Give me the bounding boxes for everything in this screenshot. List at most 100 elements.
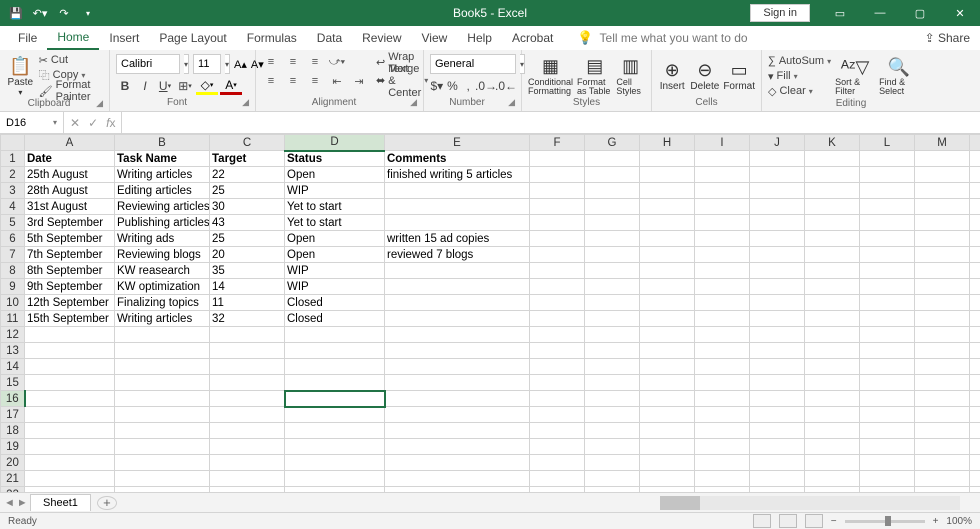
page-break-view-icon[interactable] — [805, 514, 823, 528]
cell-F1[interactable] — [530, 151, 585, 167]
cell-F12[interactable] — [530, 327, 585, 343]
cell-A5[interactable]: 3rd September — [25, 215, 115, 231]
cell-L9[interactable] — [860, 279, 915, 295]
cell-C13[interactable] — [210, 343, 285, 359]
cell-D2[interactable]: Open — [285, 167, 385, 183]
cell-F4[interactable] — [530, 199, 585, 215]
cell-N7[interactable] — [970, 247, 980, 263]
cell-styles-button[interactable]: ▥Cell Styles — [616, 54, 645, 97]
cell-K14[interactable] — [805, 359, 860, 375]
cell-A18[interactable] — [25, 423, 115, 439]
cell-A8[interactable]: 8th September — [25, 263, 115, 279]
bold-button[interactable]: B — [116, 77, 134, 95]
cell-H19[interactable] — [640, 439, 695, 455]
cell-I18[interactable] — [695, 423, 750, 439]
cell-N4[interactable] — [970, 199, 980, 215]
cell-G13[interactable] — [585, 343, 640, 359]
cell-N13[interactable] — [970, 343, 980, 359]
cell-J21[interactable] — [750, 471, 805, 487]
cell-E13[interactable] — [385, 343, 530, 359]
cell-K19[interactable] — [805, 439, 860, 455]
maximize-icon[interactable]: ▢ — [900, 0, 940, 26]
cell-B16[interactable] — [115, 391, 210, 407]
cell-I5[interactable] — [695, 215, 750, 231]
row-header-14[interactable]: 14 — [1, 359, 25, 375]
cell-B5[interactable]: Publishing articles — [115, 215, 210, 231]
font-size-input[interactable] — [193, 54, 221, 74]
cell-K13[interactable] — [805, 343, 860, 359]
cell-L20[interactable] — [860, 455, 915, 471]
cell-G17[interactable] — [585, 407, 640, 423]
merge-center-button[interactable]: ⬌Merge & Center▾ — [376, 73, 428, 88]
number-format-select[interactable] — [430, 54, 516, 74]
cell-M5[interactable] — [915, 215, 970, 231]
cell-K20[interactable] — [805, 455, 860, 471]
cell-M7[interactable] — [915, 247, 970, 263]
cell-I1[interactable] — [695, 151, 750, 167]
undo-icon[interactable]: ↶▾ — [32, 5, 48, 21]
row-header-13[interactable]: 13 — [1, 343, 25, 359]
cell-F18[interactable] — [530, 423, 585, 439]
col-header-M[interactable]: M — [915, 135, 970, 151]
font-color-button[interactable]: A▾ — [220, 77, 242, 95]
cell-D19[interactable] — [285, 439, 385, 455]
cell-I14[interactable] — [695, 359, 750, 375]
cell-C16[interactable] — [210, 391, 285, 407]
align-middle-icon[interactable]: ≡ — [284, 54, 302, 70]
name-box-dropdown-icon[interactable]: ▾ — [53, 118, 57, 127]
zoom-out-icon[interactable]: − — [831, 516, 837, 527]
cell-E11[interactable] — [385, 311, 530, 327]
cell-F10[interactable] — [530, 295, 585, 311]
cell-G12[interactable] — [585, 327, 640, 343]
cell-C14[interactable] — [210, 359, 285, 375]
cell-D12[interactable] — [285, 327, 385, 343]
cell-M13[interactable] — [915, 343, 970, 359]
cut-button[interactable]: ✂Cut — [39, 54, 103, 67]
cell-B21[interactable] — [115, 471, 210, 487]
cell-M18[interactable] — [915, 423, 970, 439]
cell-F6[interactable] — [530, 231, 585, 247]
cell-B14[interactable] — [115, 359, 210, 375]
cell-N14[interactable] — [970, 359, 980, 375]
cell-E21[interactable] — [385, 471, 530, 487]
cell-F7[interactable] — [530, 247, 585, 263]
cell-K10[interactable] — [805, 295, 860, 311]
tab-formulas[interactable]: Formulas — [237, 27, 307, 49]
cell-G3[interactable] — [585, 183, 640, 199]
cell-G9[interactable] — [585, 279, 640, 295]
cell-G7[interactable] — [585, 247, 640, 263]
cell-C19[interactable] — [210, 439, 285, 455]
cell-G16[interactable] — [585, 391, 640, 407]
cell-G21[interactable] — [585, 471, 640, 487]
select-all-cell[interactable] — [1, 135, 25, 151]
row-header-15[interactable]: 15 — [1, 375, 25, 391]
cell-A9[interactable]: 9th September — [25, 279, 115, 295]
cell-K17[interactable] — [805, 407, 860, 423]
cell-B12[interactable] — [115, 327, 210, 343]
cell-M19[interactable] — [915, 439, 970, 455]
cell-J7[interactable] — [750, 247, 805, 263]
cell-J10[interactable] — [750, 295, 805, 311]
cell-C1[interactable]: Target — [210, 151, 285, 167]
cell-H6[interactable] — [640, 231, 695, 247]
name-box[interactable]: D16▾ — [0, 112, 64, 133]
cell-F13[interactable] — [530, 343, 585, 359]
cell-D14[interactable] — [285, 359, 385, 375]
cell-K9[interactable] — [805, 279, 860, 295]
cell-I8[interactable] — [695, 263, 750, 279]
cell-E6[interactable]: written 15 ad copies — [385, 231, 530, 247]
cell-L17[interactable] — [860, 407, 915, 423]
tab-file[interactable]: File — [8, 27, 47, 49]
close-icon[interactable]: ✕ — [940, 0, 980, 26]
cell-N10[interactable] — [970, 295, 980, 311]
cell-G6[interactable] — [585, 231, 640, 247]
cell-L3[interactable] — [860, 183, 915, 199]
cell-E10[interactable] — [385, 295, 530, 311]
cell-D17[interactable] — [285, 407, 385, 423]
cell-L21[interactable] — [860, 471, 915, 487]
cell-I13[interactable] — [695, 343, 750, 359]
format-cells-button[interactable]: ▭Format — [723, 54, 755, 97]
cell-M6[interactable] — [915, 231, 970, 247]
cell-D5[interactable]: Yet to start — [285, 215, 385, 231]
font-size-dropdown-icon[interactable]: ▾ — [225, 54, 230, 74]
